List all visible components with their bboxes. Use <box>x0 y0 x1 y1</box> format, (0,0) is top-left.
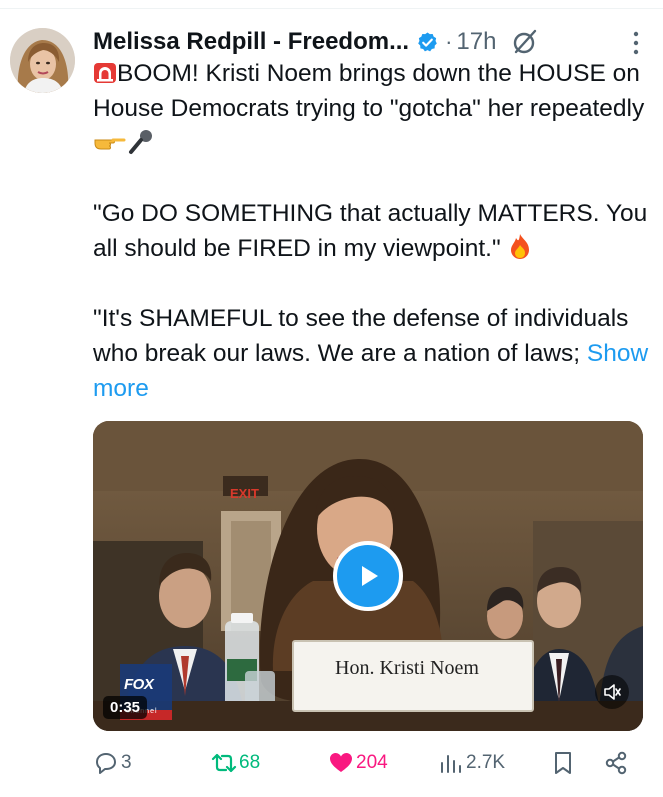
author-name[interactable]: Melissa Redpill - Freedom... <box>93 28 409 56</box>
more-options-icon[interactable] <box>631 30 641 56</box>
views-button[interactable]: 2.7K <box>438 745 505 781</box>
grok-icon[interactable] <box>510 27 540 57</box>
like-count: 204 <box>356 752 388 773</box>
mute-button[interactable] <box>595 675 629 709</box>
mute-icon <box>604 684 621 700</box>
repost-icon <box>211 753 237 773</box>
video-duration: 0:35 <box>103 696 148 719</box>
action-bar: 3 68 204 2.7K <box>93 745 638 781</box>
bookmark-button[interactable] <box>550 745 576 781</box>
post-quote-1: "Go DO SOMETHING that actually MATTERS. … <box>93 200 648 262</box>
like-button[interactable]: 204 <box>328 745 388 781</box>
pointing-hand-emoji <box>94 138 126 150</box>
avatar[interactable] <box>10 28 75 93</box>
repost-button[interactable]: 68 <box>211 745 260 781</box>
post-quote-2: "It's SHAMEFUL to see the defense of ind… <box>93 305 629 367</box>
network-logo-text: FOX <box>124 676 154 693</box>
video-player[interactable]: EXIT Hon. Kristi Noem FOX channel 0:35 <box>93 421 643 731</box>
microphone-emoji <box>129 130 152 154</box>
share-icon <box>605 751 627 775</box>
reply-count: 3 <box>121 752 132 773</box>
views-icon <box>441 755 461 773</box>
reply-button[interactable]: 3 <box>93 745 132 781</box>
share-button[interactable] <box>603 745 629 781</box>
top-divider <box>0 0 663 9</box>
play-icon <box>362 566 378 586</box>
post-text: BOOM! Kristi Noem brings down the HOUSE … <box>93 56 649 406</box>
nameplate: Hon. Kristi Noem <box>335 657 479 679</box>
heart-icon <box>330 753 352 772</box>
fire-emoji <box>511 234 530 259</box>
view-count: 2.7K <box>466 752 506 773</box>
post-paragraph-1: BOOM! Kristi Noem brings down the HOUSE … <box>93 56 649 161</box>
exit-sign: EXIT <box>230 486 259 501</box>
avatar-image <box>10 28 75 93</box>
repost-count: 68 <box>239 752 261 773</box>
play-button[interactable] <box>333 541 403 611</box>
post-paragraph-3: "It's SHAMEFUL to see the defense of ind… <box>93 301 649 406</box>
bookmark-icon <box>555 752 571 774</box>
siren-emoji <box>94 63 116 83</box>
separator-dot: · <box>445 29 453 54</box>
post-timestamp[interactable]: 17h <box>456 28 496 56</box>
post-paragraph-2: "Go DO SOMETHING that actually MATTERS. … <box>93 196 649 266</box>
verified-badge-icon[interactable] <box>416 31 439 54</box>
post-headline: BOOM! Kristi Noem brings down the HOUSE … <box>93 60 645 122</box>
reply-icon <box>96 753 116 774</box>
